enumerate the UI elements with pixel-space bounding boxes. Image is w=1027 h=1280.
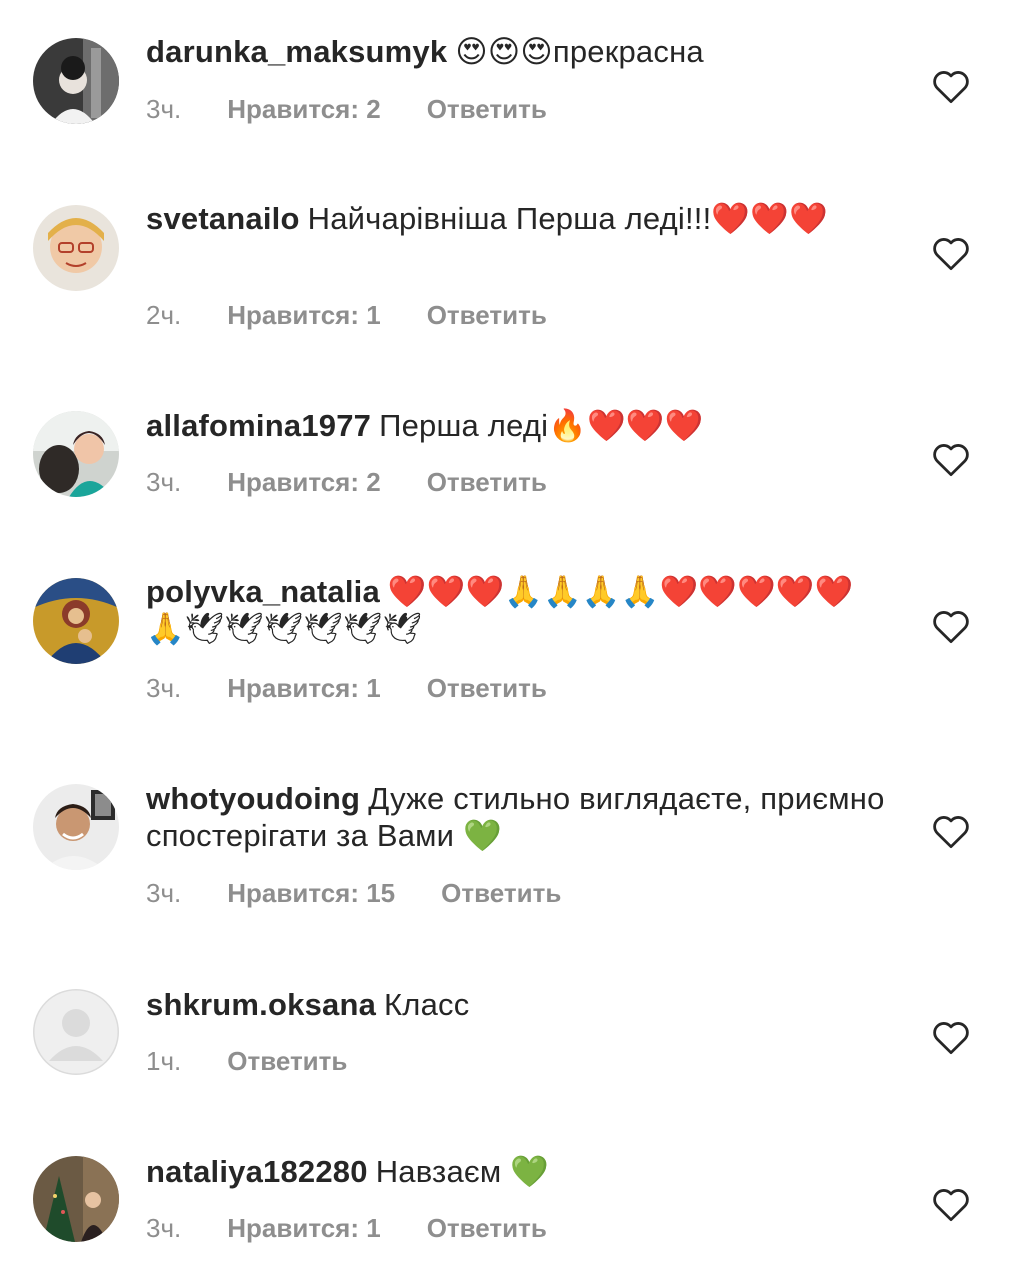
like-heart-icon[interactable] [932, 610, 970, 644]
comment-text: svetanailo Найчарівніша Перша леді!!!❤️❤️… [146, 200, 886, 237]
comment-time: 3ч. [146, 673, 182, 703]
like-heart-icon[interactable] [932, 237, 970, 271]
comment-meta: 3ч. Нравится: 2 Ответить [146, 467, 886, 498]
avatar[interactable] [33, 784, 119, 870]
like-heart-icon[interactable] [932, 1188, 970, 1222]
comment-content: Класс [384, 987, 470, 1022]
comment-content: Перша леді🔥❤️❤️❤️ [379, 408, 704, 443]
comment-text: darunka_maksumyk 😍😍😍прекрасна [146, 33, 886, 70]
avatar[interactable] [33, 205, 119, 291]
comment-username[interactable]: shkrum.oksana [146, 987, 376, 1022]
reply-button[interactable]: Ответить [227, 1046, 347, 1077]
comment-username[interactable]: polyvka_natalia [146, 574, 380, 609]
comment-meta: 1ч. Ответить [146, 1046, 886, 1077]
reply-button[interactable]: Ответить [427, 467, 547, 498]
comment-likes[interactable]: Нравится: 1 [227, 1213, 380, 1244]
comment-username[interactable]: svetanailo [146, 201, 300, 236]
reply-button[interactable]: Ответить [441, 878, 561, 909]
comment-username[interactable]: darunka_maksumyk [146, 34, 447, 69]
avatar[interactable] [33, 578, 119, 664]
avatar[interactable] [33, 989, 119, 1075]
comment-likes[interactable]: Нравится: 2 [227, 467, 380, 498]
comment-content: Найчарівніша Перша леді!!!❤️❤️❤️ [307, 201, 828, 236]
reply-button[interactable]: Ответить [427, 1213, 547, 1244]
like-heart-icon[interactable] [932, 815, 970, 849]
default-avatar-icon [33, 989, 119, 1075]
comment-text: whotyoudoing Дуже стильно виглядаєте, при… [146, 780, 886, 854]
avatar-image [33, 205, 119, 291]
avatar-image [33, 38, 119, 124]
comment-time: 1ч. [146, 1046, 182, 1076]
comment-time: 3ч. [146, 1213, 182, 1243]
comment-meta: 3ч. Нравится: 2 Ответить [146, 94, 886, 125]
comment-time: 3ч. [146, 467, 182, 497]
reply-button[interactable]: Ответить [427, 300, 547, 331]
comment-likes[interactable]: Нравится: 15 [227, 878, 395, 909]
comment-text: allafomina1977 Перша леді🔥❤️❤️❤️ [146, 407, 886, 444]
comment-content: 😍😍😍прекрасна [455, 34, 704, 69]
avatar[interactable] [33, 1156, 119, 1242]
comment-text: polyvka_natalia ❤️❤️❤️🙏🙏🙏🙏❤️❤️❤️❤️❤️🙏🕊🕊🕊🕊… [146, 573, 886, 647]
comment-text: shkrum.oksana Класс [146, 986, 886, 1023]
comment-likes[interactable]: Нравится: 1 [227, 673, 380, 704]
comment-time: 2ч. [146, 300, 182, 330]
avatar-image [33, 1156, 119, 1242]
avatar-image [33, 578, 119, 664]
comment-text: nataliya182280 Навзаєм 💚 [146, 1153, 886, 1190]
comment-meta: 3ч. Нравится: 1 Ответить [146, 1213, 886, 1244]
avatar-image [33, 784, 119, 870]
avatar[interactable] [33, 411, 119, 497]
reply-button[interactable]: Ответить [427, 94, 547, 125]
comment-meta: 3ч. Нравится: 15 Ответить [146, 878, 886, 909]
comment-username[interactable]: allafomina1977 [146, 408, 371, 443]
comment-likes[interactable]: Нравится: 1 [227, 300, 380, 331]
comment-likes[interactable]: Нравится: 2 [227, 94, 380, 125]
comment-time: 3ч. [146, 94, 182, 124]
comment-meta: 2ч. Нравится: 1 Ответить [146, 300, 886, 331]
like-heart-icon[interactable] [932, 443, 970, 477]
comment-meta: 3ч. Нравится: 1 Ответить [146, 673, 886, 704]
reply-button[interactable]: Ответить [427, 673, 547, 704]
comment-time: 3ч. [146, 878, 182, 908]
like-heart-icon[interactable] [932, 70, 970, 104]
comment-username[interactable]: whotyoudoing [146, 781, 360, 816]
avatar[interactable] [33, 38, 119, 124]
like-heart-icon[interactable] [932, 1021, 970, 1055]
comment-username[interactable]: nataliya182280 [146, 1154, 368, 1189]
comment-content: Навзаєм 💚 [375, 1154, 550, 1189]
avatar-image [33, 411, 119, 497]
